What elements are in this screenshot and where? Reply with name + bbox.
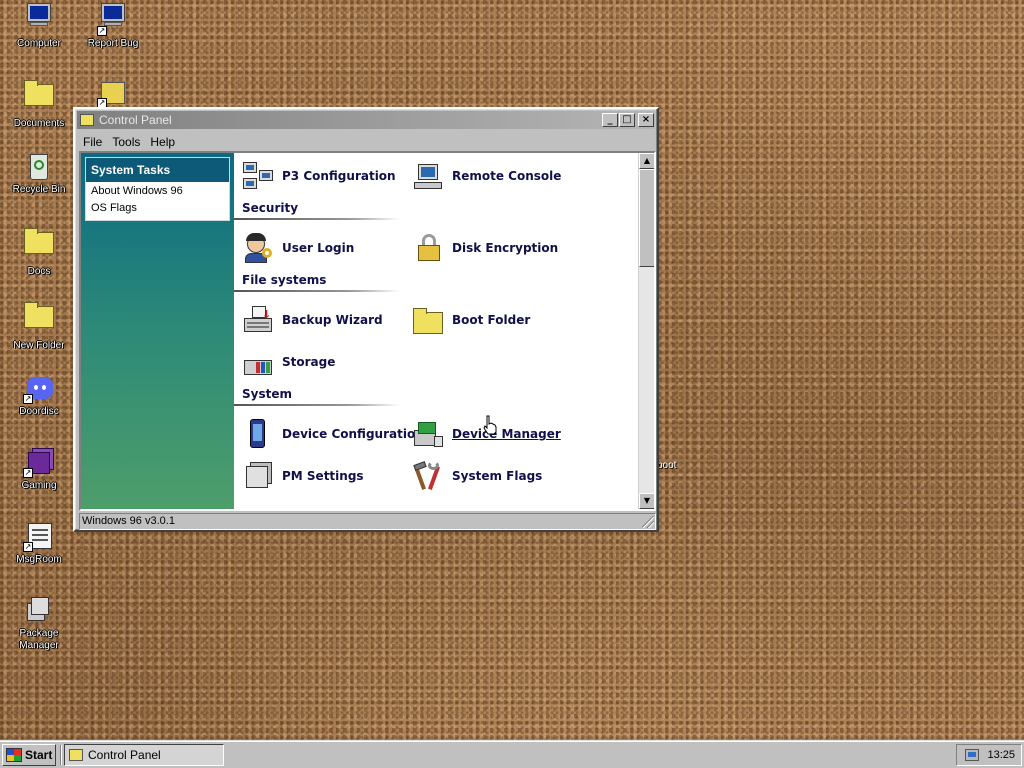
control-panel-icon — [69, 749, 83, 761]
start-label: Start — [25, 748, 53, 762]
folder-icon — [23, 228, 55, 264]
sidebar-item-os-flags[interactable]: OS Flags — [86, 199, 229, 220]
desktop-icon-partial[interactable]: ↗ — [76, 76, 150, 110]
status-text: Windows 96 v3.0.1 — [82, 515, 175, 527]
desktop-icon-gaming[interactable]: ↗ Gaming — [2, 446, 76, 492]
menu-help[interactable]: Help — [146, 135, 181, 149]
desktop-icon-computer[interactable]: Computer — [2, 2, 76, 50]
taskbar-button-label: Control Panel — [88, 748, 161, 762]
network-icon[interactable] — [965, 749, 980, 761]
item-remote-console[interactable]: Remote Console — [412, 159, 561, 193]
system-tasks-panel: System Tasks About Windows 96 OS Flags — [85, 157, 230, 221]
section-divider — [234, 218, 400, 220]
vertical-scrollbar[interactable]: ▲ ▼ — [638, 153, 654, 509]
section-divider — [234, 404, 400, 406]
recycle-bin-icon — [23, 150, 55, 182]
start-button[interactable]: Start — [2, 744, 56, 766]
desktop-icon-docs[interactable]: Docs — [2, 224, 76, 278]
desktop-icon-recycle-bin[interactable]: Recycle Bin — [2, 150, 76, 196]
network-computers-icon — [242, 160, 274, 192]
resize-grip-icon[interactable] — [642, 516, 654, 528]
item-user-login[interactable]: User Login — [242, 231, 354, 265]
item-backup-wizard[interactable]: ↓ Backup Wizard — [242, 303, 383, 337]
section-divider — [234, 290, 400, 292]
taskbar-separator — [60, 745, 62, 765]
scroll-up-button[interactable]: ▲ — [639, 153, 654, 169]
section-system: System — [242, 387, 292, 401]
sidebar-item-about-windows-96[interactable]: About Windows 96 — [86, 182, 229, 199]
desktop-icon-report-bug[interactable]: ↗ Report Bug — [76, 2, 150, 50]
taskbar: Start Control Panel 13:25 — [0, 740, 1024, 768]
control-panel-window[interactable]: Control Panel _ □ × File Tools Help Syst… — [73, 107, 659, 532]
report-bug-icon: ↗ — [97, 3, 129, 36]
item-pm-settings[interactable]: PM Settings — [242, 459, 364, 493]
maximize-button[interactable]: □ — [619, 113, 635, 127]
close-button[interactable]: × — [638, 113, 654, 127]
package-cube-icon — [242, 460, 274, 492]
tools-hammer-wrench-icon — [412, 460, 444, 492]
scroll-thumb[interactable] — [639, 169, 654, 267]
system-tray: 13:25 — [956, 744, 1022, 766]
item-system-flags[interactable]: System Flags — [412, 459, 542, 493]
desktop-partial-label: boot — [657, 460, 677, 471]
desktop-icon-new-folder[interactable]: New Folder — [2, 298, 76, 352]
gaming-cube-icon: ↗ — [23, 446, 55, 478]
menu-file[interactable]: File — [79, 135, 108, 149]
storage-drive-icon — [242, 346, 274, 378]
window-client-area: System Tasks About Windows 96 OS Flags P… — [79, 151, 656, 511]
device-manager-icon — [412, 418, 444, 450]
padlock-icon — [412, 232, 444, 264]
item-storage[interactable]: Storage — [242, 345, 335, 379]
folder-icon — [23, 80, 55, 116]
control-panel-icon — [80, 114, 94, 126]
mobile-phone-icon — [242, 418, 274, 450]
sidebar: System Tasks About Windows 96 OS Flags — [81, 153, 234, 509]
backup-icon: ↓ — [242, 304, 274, 336]
section-security: Security — [242, 201, 299, 215]
item-disk-encryption[interactable]: Disk Encryption — [412, 231, 558, 265]
minimize-button[interactable]: _ — [602, 113, 618, 127]
title-bar[interactable]: Control Panel _ □ × — [77, 111, 655, 129]
item-device-configuration[interactable]: Device Configuration — [242, 417, 424, 451]
status-bar: Windows 96 v3.0.1 — [79, 513, 656, 530]
windows-logo-icon — [6, 748, 22, 762]
menu-bar: File Tools Help — [79, 132, 181, 152]
taskbar-button-control-panel[interactable]: Control Panel — [64, 744, 224, 766]
clock[interactable]: 13:25 — [987, 749, 1015, 761]
package-manager-icon — [23, 594, 55, 626]
scroll-down-button[interactable]: ▼ — [639, 493, 654, 509]
desktop-icon-doordisc[interactable]: ↗ Doordisc — [2, 372, 76, 418]
item-boot-folder[interactable]: Boot Folder — [412, 303, 530, 337]
system-tasks-header: System Tasks — [86, 158, 229, 182]
desktop-icon-documents[interactable]: Documents — [2, 76, 76, 130]
user-key-icon — [242, 232, 274, 264]
desktop-icon-package-manager[interactable]: Package Manager — [2, 594, 76, 652]
window-title: Control Panel — [99, 113, 172, 127]
section-file-systems: File systems — [242, 273, 327, 287]
desktop-icon-msgroom[interactable]: ↗ MsgRoom — [2, 520, 76, 566]
menu-tools[interactable]: Tools — [108, 135, 146, 149]
control-panel-content: P3 Configuration Remote Console Security — [234, 153, 640, 509]
item-p3-configuration[interactable]: P3 Configuration — [242, 159, 396, 193]
package-icon: ↗ — [97, 76, 129, 108]
folder-icon — [23, 302, 55, 338]
folder-icon — [412, 304, 444, 336]
computer-icon — [23, 3, 55, 36]
discord-icon: ↗ — [23, 372, 55, 404]
remote-computer-icon — [412, 160, 444, 192]
msgroom-icon: ↗ — [23, 520, 55, 552]
